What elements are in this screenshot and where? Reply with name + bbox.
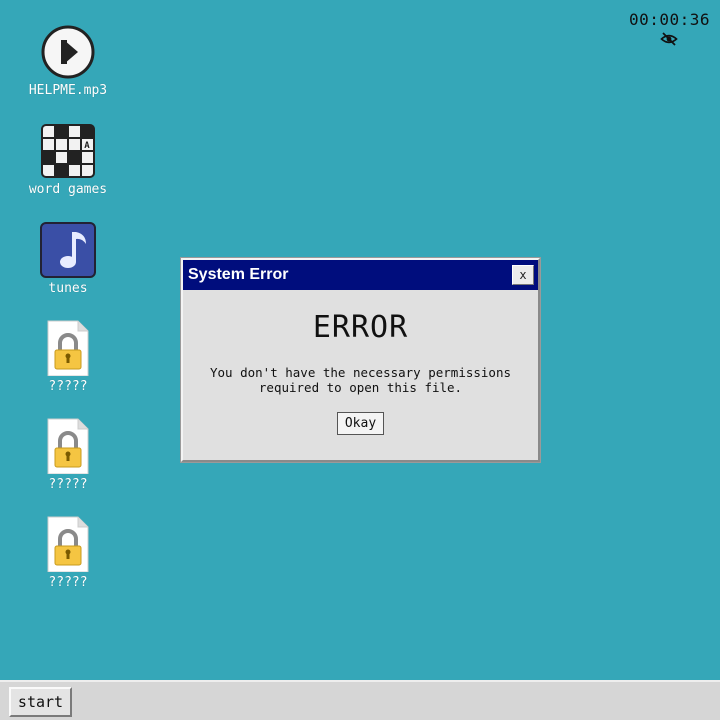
desktop-icon-label: ????? xyxy=(48,575,88,590)
close-button[interactable]: x xyxy=(512,265,534,285)
desktop-icon-label: ????? xyxy=(48,477,88,492)
desktop-icon-label: HELPME.mp3 xyxy=(28,83,108,98)
taskbar: start xyxy=(0,680,720,720)
dialog-titlebar[interactable]: System Error x xyxy=(183,260,538,290)
locked-file-icon xyxy=(47,320,89,376)
dialog-title: System Error xyxy=(188,266,289,283)
crossword-icon: A xyxy=(41,124,95,178)
music-note-icon xyxy=(40,222,96,278)
error-dialog: System Error x ERROR You don't have the … xyxy=(181,258,540,462)
desktop-icon-word-games[interactable]: A word games xyxy=(18,123,118,197)
error-message: You don't have the necessary permissions… xyxy=(209,365,512,395)
clock: 00:00:36 xyxy=(629,10,710,47)
eye-slash-icon[interactable] xyxy=(660,31,679,47)
desktop-icon-locked-file[interactable]: ????? xyxy=(18,320,118,394)
okay-button[interactable]: Okay xyxy=(336,412,385,435)
play-icon xyxy=(41,25,95,79)
locked-file-icon xyxy=(47,516,89,572)
svg-text:A: A xyxy=(84,141,90,151)
error-heading: ERROR xyxy=(312,310,409,345)
desktop-icon-helpme[interactable]: HELPME.mp3 xyxy=(18,24,118,98)
desktop-icon-tunes[interactable]: tunes xyxy=(18,222,118,296)
dialog-body: ERROR You don't have the necessary permi… xyxy=(183,290,538,435)
start-button[interactable]: start xyxy=(9,687,72,717)
desktop-icon-locked-file[interactable]: ????? xyxy=(18,516,118,590)
desktop-icon-label: tunes xyxy=(48,281,88,296)
desktop-icon-label: word games xyxy=(28,182,108,197)
clock-time: 00:00:36 xyxy=(628,10,710,29)
locked-file-icon xyxy=(47,418,89,474)
desktop-icon-label: ????? xyxy=(48,379,88,394)
desktop-icon-locked-file[interactable]: ????? xyxy=(18,418,118,492)
